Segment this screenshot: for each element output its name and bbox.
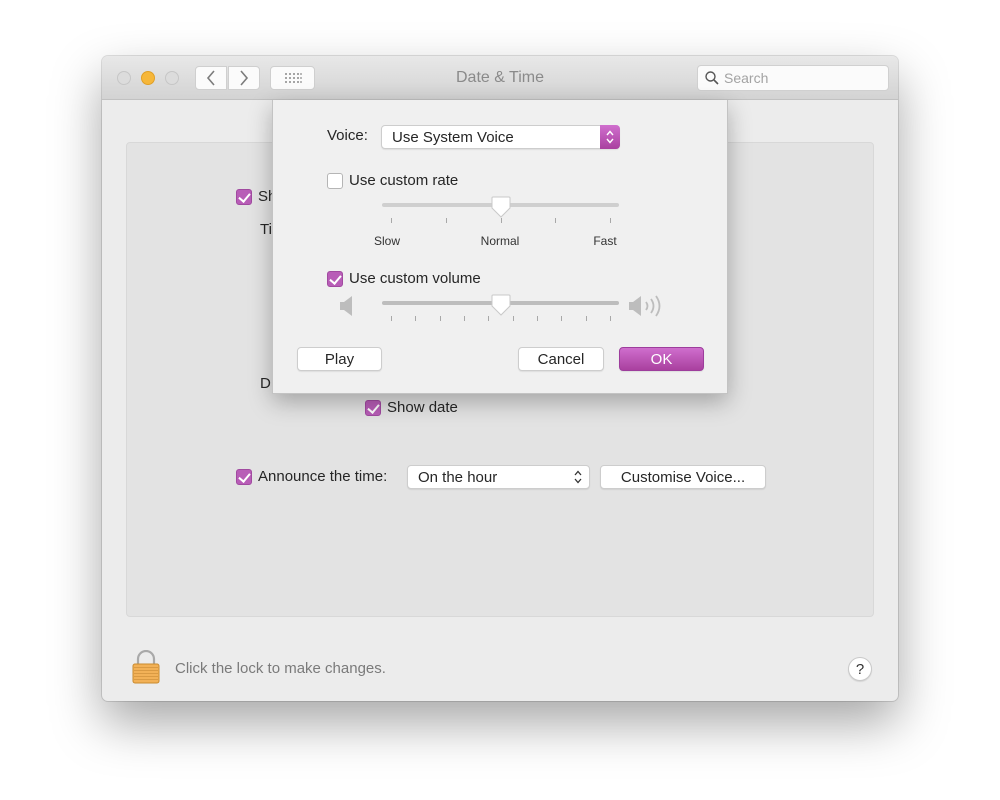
slider-tick	[610, 218, 611, 223]
slider-tick	[488, 316, 490, 321]
lock-button[interactable]	[131, 649, 161, 689]
custom-volume-label: Use custom volume	[349, 270, 481, 287]
slider-tick	[610, 316, 611, 321]
date-options-text: D	[260, 375, 271, 392]
announce-time-label: Announce the time:	[258, 468, 388, 485]
voice-select[interactable]: Use System Voice	[381, 125, 620, 149]
updown-arrows-icon	[574, 470, 582, 484]
customise-voice-button[interactable]: Customise Voice...	[600, 465, 766, 489]
slider-tick	[537, 316, 538, 321]
lock-icon	[132, 649, 160, 684]
volume-slider[interactable]	[382, 294, 619, 324]
titlebar: Date & Time Search	[102, 56, 898, 100]
slider-tick	[585, 316, 587, 321]
lock-message: Click the lock to make changes.	[175, 660, 386, 677]
rate-label-normal: Normal	[480, 234, 520, 248]
show-clock-checkbox[interactable]	[236, 188, 252, 205]
help-button[interactable]: ?	[848, 657, 872, 681]
search-field[interactable]: Search	[697, 65, 889, 91]
volume-slider-thumb[interactable]	[491, 294, 511, 316]
voice-label: Voice:	[327, 127, 368, 144]
slider-tick	[439, 316, 441, 321]
slider-tick	[561, 316, 563, 321]
cancel-button[interactable]: Cancel	[518, 347, 604, 371]
time-options-label: Ti	[260, 221, 272, 238]
slider-tick	[464, 316, 465, 321]
slider-tick	[500, 218, 502, 223]
time-options-text: Ti	[260, 221, 272, 238]
date-options-label: D	[260, 375, 271, 392]
slider-tick	[391, 218, 392, 223]
announce-interval-select[interactable]: On the hour	[407, 465, 590, 489]
custom-volume-row[interactable]: Use custom volume	[327, 270, 481, 287]
rate-label-fast: Fast	[593, 234, 617, 248]
rate-label-slow: Slow	[373, 234, 401, 248]
show-date-row[interactable]: Show date	[365, 399, 458, 416]
custom-rate-row[interactable]: Use custom rate	[327, 172, 458, 189]
voice-select-value: Use System Voice	[392, 128, 514, 146]
speaker-icon	[340, 296, 352, 316]
search-icon	[705, 71, 719, 85]
date-time-window: Date & Time Search Sh Ti D Show date Ann…	[102, 56, 898, 701]
ok-button[interactable]: OK	[619, 347, 704, 371]
announce-interval-value: On the hour	[418, 468, 498, 486]
search-placeholder: Search	[724, 70, 769, 86]
show-date-checkbox[interactable]	[365, 399, 381, 416]
show-clock-checkbox-row[interactable]: Sh	[236, 188, 276, 205]
announce-time-row[interactable]: Announce the time:	[236, 468, 387, 485]
custom-rate-label: Use custom rate	[349, 172, 459, 189]
slider-tick	[391, 316, 392, 321]
rate-slider[interactable]: Slow Normal Fast	[374, 196, 619, 256]
updown-arrows-icon	[606, 130, 614, 144]
announce-time-checkbox[interactable]	[236, 468, 252, 485]
show-date-label: Show date	[387, 399, 458, 416]
play-button[interactable]: Play	[297, 347, 382, 371]
speaker-loud-icon	[629, 295, 661, 317]
custom-rate-checkbox[interactable]	[327, 172, 343, 189]
slider-tick	[555, 218, 557, 223]
slider-tick	[512, 316, 514, 321]
custom-volume-checkbox[interactable]	[327, 270, 343, 287]
customise-voice-sheet: Voice: Use System Voice Use custom rate …	[272, 100, 728, 394]
slider-tick	[415, 316, 417, 321]
slider-tick	[445, 218, 447, 223]
voice-select-stepper[interactable]	[600, 125, 620, 149]
rate-slider-thumb[interactable]	[491, 196, 511, 218]
